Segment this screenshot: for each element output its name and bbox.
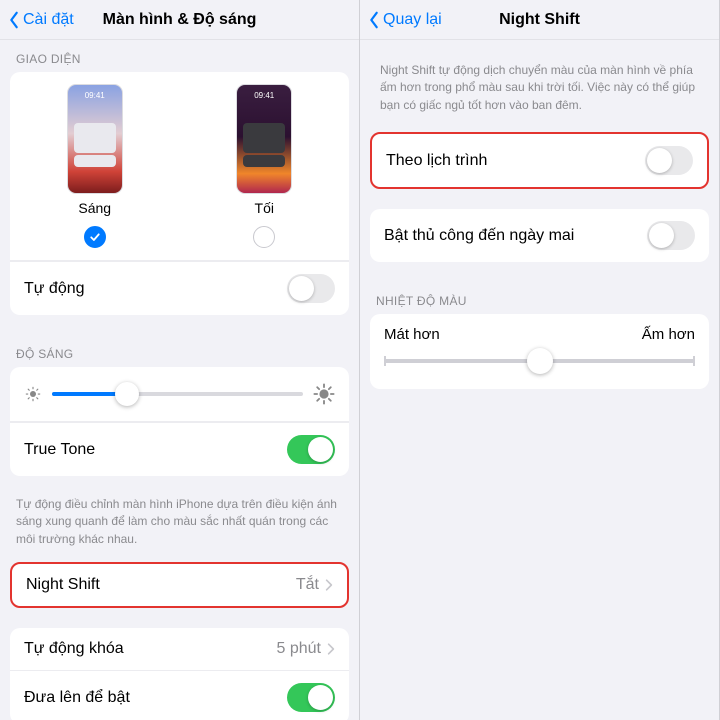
appearance-option-light[interactable]: 09:41 Sáng <box>67 84 123 216</box>
autolock-value: 5 phút <box>277 640 321 658</box>
automatic-toggle[interactable] <box>287 274 335 303</box>
brightness-section-title: ĐỘ SÁNG <box>0 335 359 367</box>
chevron-right-icon <box>327 642 335 656</box>
color-temp-card: Mát hơn Ấm hơn <box>370 314 709 389</box>
truetone-label: True Tone <box>24 441 95 459</box>
truetone-row: True Tone <box>10 422 349 476</box>
color-temp-slider[interactable] <box>384 359 695 363</box>
page-title: Màn hình & Độ sáng <box>103 11 257 29</box>
raise-toggle[interactable] <box>287 683 335 712</box>
nightshift-card[interactable]: Night Shift Tắt <box>10 562 349 608</box>
right-header: Quay lại Night Shift <box>360 0 719 40</box>
automatic-row: Tự động <box>10 261 349 315</box>
back-button-settings[interactable]: Cài đặt <box>8 11 74 29</box>
temp-section-title: NHIỆT ĐỘ MÀU <box>360 282 719 314</box>
appearance-section-title: GIAO DIỆN <box>0 40 359 72</box>
raise-row: Đưa lên để bật <box>10 670 349 720</box>
preview-time: 09:41 <box>237 91 291 100</box>
brightness-slider-row <box>10 367 349 422</box>
autolock-card: Tự động khóa 5 phút Đưa lên để bật <box>10 628 349 720</box>
slider-thumb-icon <box>527 348 553 374</box>
warmer-label: Ấm hơn <box>642 326 695 343</box>
autolock-row[interactable]: Tự động khóa 5 phút <box>10 628 349 670</box>
manual-card: Bật thủ công đến ngày mai <box>370 209 709 262</box>
autolock-label: Tự động khóa <box>24 640 124 658</box>
page-title: Night Shift <box>499 11 580 29</box>
scheduled-card: Theo lịch trình <box>370 132 709 189</box>
appearance-card: 09:41 Sáng 09:41 Tối <box>10 72 349 315</box>
chevron-right-icon <box>325 578 333 592</box>
nightshift-value: Tắt <box>296 576 319 594</box>
cooler-label: Mát hơn <box>384 326 440 343</box>
preview-widget-icon <box>243 155 285 167</box>
preview-widget-icon <box>74 155 116 167</box>
brightness-card: True Tone <box>10 367 349 476</box>
chevron-left-icon <box>8 11 20 29</box>
nightshift-label: Night Shift <box>26 576 100 594</box>
light-label: Sáng <box>78 200 111 216</box>
light-preview-icon: 09:41 <box>67 84 123 194</box>
back-label: Cài đặt <box>23 11 74 29</box>
manual-toggle[interactable] <box>647 221 695 250</box>
back-button-nightshift[interactable]: Quay lại <box>368 11 442 29</box>
scheduled-toggle[interactable] <box>645 146 693 175</box>
truetone-desc: Tự động điều chỉnh màn hình iPhone dựa t… <box>0 496 359 562</box>
preview-widget-icon <box>243 123 285 153</box>
manual-label: Bật thủ công đến ngày mai <box>384 227 574 245</box>
brightness-slider[interactable] <box>52 392 303 396</box>
truetone-toggle[interactable] <box>287 435 335 464</box>
dark-label: Tối <box>255 200 274 216</box>
sun-max-icon <box>313 383 335 405</box>
nightshift-desc: Night Shift tự động dịch chuyển màu của … <box>360 40 719 132</box>
radio-light[interactable] <box>84 226 106 248</box>
nightshift-pane: Quay lại Night Shift Night Shift tự động… <box>360 0 720 720</box>
appearance-option-dark[interactable]: 09:41 Tối <box>236 84 292 216</box>
left-header: Cài đặt Màn hình & Độ sáng <box>0 0 359 40</box>
preview-time: 09:41 <box>68 91 122 100</box>
raise-label: Đưa lên để bật <box>24 689 130 707</box>
dark-preview-icon: 09:41 <box>236 84 292 194</box>
automatic-label: Tự động <box>24 280 85 298</box>
display-brightness-pane: Cài đặt Màn hình & Độ sáng GIAO DIỆN 09:… <box>0 0 360 720</box>
sun-min-icon <box>24 385 42 403</box>
back-label: Quay lại <box>383 11 442 29</box>
checkmark-icon <box>89 231 101 243</box>
chevron-left-icon <box>368 11 380 29</box>
radio-dark[interactable] <box>253 226 275 248</box>
preview-widget-icon <box>74 123 116 153</box>
scheduled-label: Theo lịch trình <box>386 152 487 170</box>
